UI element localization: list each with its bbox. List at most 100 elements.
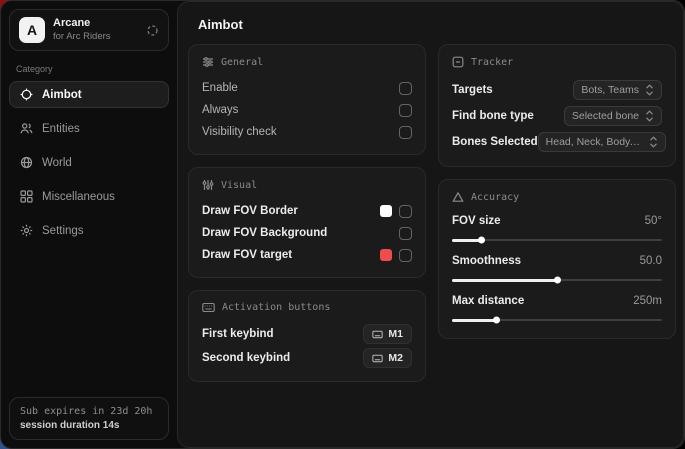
- session-duration-text: session duration 14s: [20, 420, 158, 431]
- setting-row: FOV size 50°: [452, 212, 662, 241]
- keyboard-icon: [202, 302, 215, 313]
- setting-row: Draw FOV Background: [202, 222, 412, 244]
- sub-expiry-text: Sub expires in 23d 20h: [20, 406, 158, 417]
- select-value: Bots, Teams: [581, 84, 639, 96]
- sidebar-item-label: Aimbot: [42, 89, 82, 101]
- app-window: A Arcane for Arc Riders Category Aimbot: [0, 0, 685, 449]
- setting-value: 50°: [645, 215, 662, 227]
- setting-label: Draw FOV target: [202, 249, 292, 261]
- sidebar-item-aimbot[interactable]: Aimbot: [9, 81, 169, 108]
- triangle-icon: [452, 191, 464, 203]
- globe-icon: [20, 156, 33, 169]
- second-keybind-button[interactable]: M2: [363, 348, 412, 368]
- first-keybind-button[interactable]: M1: [363, 324, 412, 344]
- always-checkbox[interactable]: [399, 104, 412, 117]
- setting-label: First keybind: [202, 328, 274, 340]
- card-title: Accuracy: [471, 192, 519, 203]
- tracker-card: Tracker Targets Bots, Teams: [438, 44, 676, 167]
- page-title: Aimbot: [178, 2, 683, 44]
- keyboard-icon: [372, 354, 383, 363]
- keybind-value: M1: [388, 328, 403, 340]
- setting-row: Always: [202, 99, 412, 121]
- find-bone-type-select[interactable]: Selected bone: [564, 106, 662, 126]
- focus-frame-icon: [452, 56, 464, 68]
- keybind-value: M2: [388, 352, 403, 364]
- crosshair-icon: [20, 88, 33, 101]
- targets-select[interactable]: Bots, Teams: [573, 80, 662, 100]
- setting-label: Find bone type: [452, 110, 534, 122]
- sidebar-item-settings[interactable]: Settings: [9, 217, 169, 244]
- card-title: General: [221, 57, 263, 68]
- sidebar-item-label: Settings: [42, 225, 84, 237]
- slider-thumb[interactable]: [554, 277, 561, 284]
- grid-icon: [20, 190, 33, 203]
- setting-value: 50.0: [640, 255, 662, 267]
- brand-subtitle: for Arc Riders: [53, 31, 138, 43]
- draw-fov-background-checkbox[interactable]: [399, 227, 412, 240]
- max-distance-slider[interactable]: [452, 319, 662, 321]
- setting-row: Bones Selected Head, Neck, Body, Pe...: [452, 129, 662, 155]
- setting-label: Visibility check: [202, 126, 277, 138]
- sidebar-nav: Aimbot Entities World: [9, 81, 169, 244]
- users-icon: [20, 122, 33, 135]
- draw-fov-border-checkbox[interactable]: [399, 205, 412, 218]
- sidebar-item-label: Miscellaneous: [42, 191, 115, 203]
- setting-row: Second keybind M2: [202, 346, 412, 370]
- setting-row: Smoothness 50.0: [452, 252, 662, 281]
- refresh-icon[interactable]: [146, 24, 159, 37]
- setting-row: Enable: [202, 77, 412, 99]
- setting-label: Smoothness: [452, 255, 521, 267]
- brand-logo: A: [19, 17, 45, 43]
- setting-label: Draw FOV Background: [202, 227, 327, 239]
- draw-fov-target-checkbox[interactable]: [399, 249, 412, 262]
- gear-icon: [20, 224, 33, 237]
- setting-label: Max distance: [452, 295, 524, 307]
- enable-checkbox[interactable]: [399, 82, 412, 95]
- setting-row: Find bone type Selected bone: [452, 103, 662, 129]
- category-label: Category: [16, 64, 162, 74]
- select-value: Selected bone: [572, 110, 639, 122]
- smoothness-slider[interactable]: [452, 279, 662, 281]
- select-value: Head, Neck, Body, Pe...: [546, 136, 643, 148]
- slider-thumb[interactable]: [493, 317, 500, 324]
- setting-label: Enable: [202, 82, 238, 94]
- sidebar: A Arcane for Arc Riders Category Aimbot: [1, 1, 177, 448]
- setting-label: Second keybind: [202, 352, 290, 364]
- general-card: General Enable Always Visibility check: [188, 44, 426, 155]
- setting-row: Draw FOV target: [202, 244, 412, 266]
- setting-label: Draw FOV Border: [202, 205, 298, 217]
- chevrons-up-down-icon: [645, 84, 654, 96]
- setting-value: 250m: [633, 295, 662, 307]
- slider-thumb[interactable]: [478, 237, 485, 244]
- setting-label: Targets: [452, 84, 493, 96]
- adjustments-icon: [202, 179, 214, 191]
- card-title: Activation buttons: [222, 302, 330, 313]
- visual-card: Visual Draw FOV Border Draw FOV Backgrou…: [188, 167, 426, 278]
- bones-selected-select[interactable]: Head, Neck, Body, Pe...: [538, 132, 666, 152]
- setting-row: Targets Bots, Teams: [452, 77, 662, 103]
- sidebar-item-world[interactable]: World: [9, 149, 169, 176]
- sidebar-item-entities[interactable]: Entities: [9, 115, 169, 142]
- chevrons-up-down-icon: [649, 136, 658, 148]
- card-title: Tracker: [471, 57, 513, 68]
- setting-label: Bones Selected: [452, 136, 538, 148]
- brand-card: A Arcane for Arc Riders: [9, 9, 169, 51]
- setting-row: Visibility check: [202, 121, 412, 143]
- subscription-card: Sub expires in 23d 20h session duration …: [9, 397, 169, 440]
- setting-row: Max distance 250m: [452, 292, 662, 321]
- accuracy-card: Accuracy FOV size 50°: [438, 179, 676, 339]
- visibility-check-checkbox[interactable]: [399, 126, 412, 139]
- fov-border-color-swatch[interactable]: [380, 205, 392, 217]
- fov-size-slider[interactable]: [452, 239, 662, 241]
- setting-label: Always: [202, 104, 238, 116]
- card-title: Visual: [221, 180, 257, 191]
- sidebar-item-label: World: [42, 157, 72, 169]
- sidebar-item-miscellaneous[interactable]: Miscellaneous: [9, 183, 169, 210]
- setting-label: FOV size: [452, 215, 501, 227]
- chevrons-up-down-icon: [645, 110, 654, 122]
- activation-buttons-card: Activation buttons First keybind M1: [188, 290, 426, 382]
- fov-target-color-swatch[interactable]: [380, 249, 392, 261]
- setting-row: Draw FOV Border: [202, 200, 412, 222]
- setting-row: First keybind M1: [202, 322, 412, 346]
- sidebar-item-label: Entities: [42, 123, 80, 135]
